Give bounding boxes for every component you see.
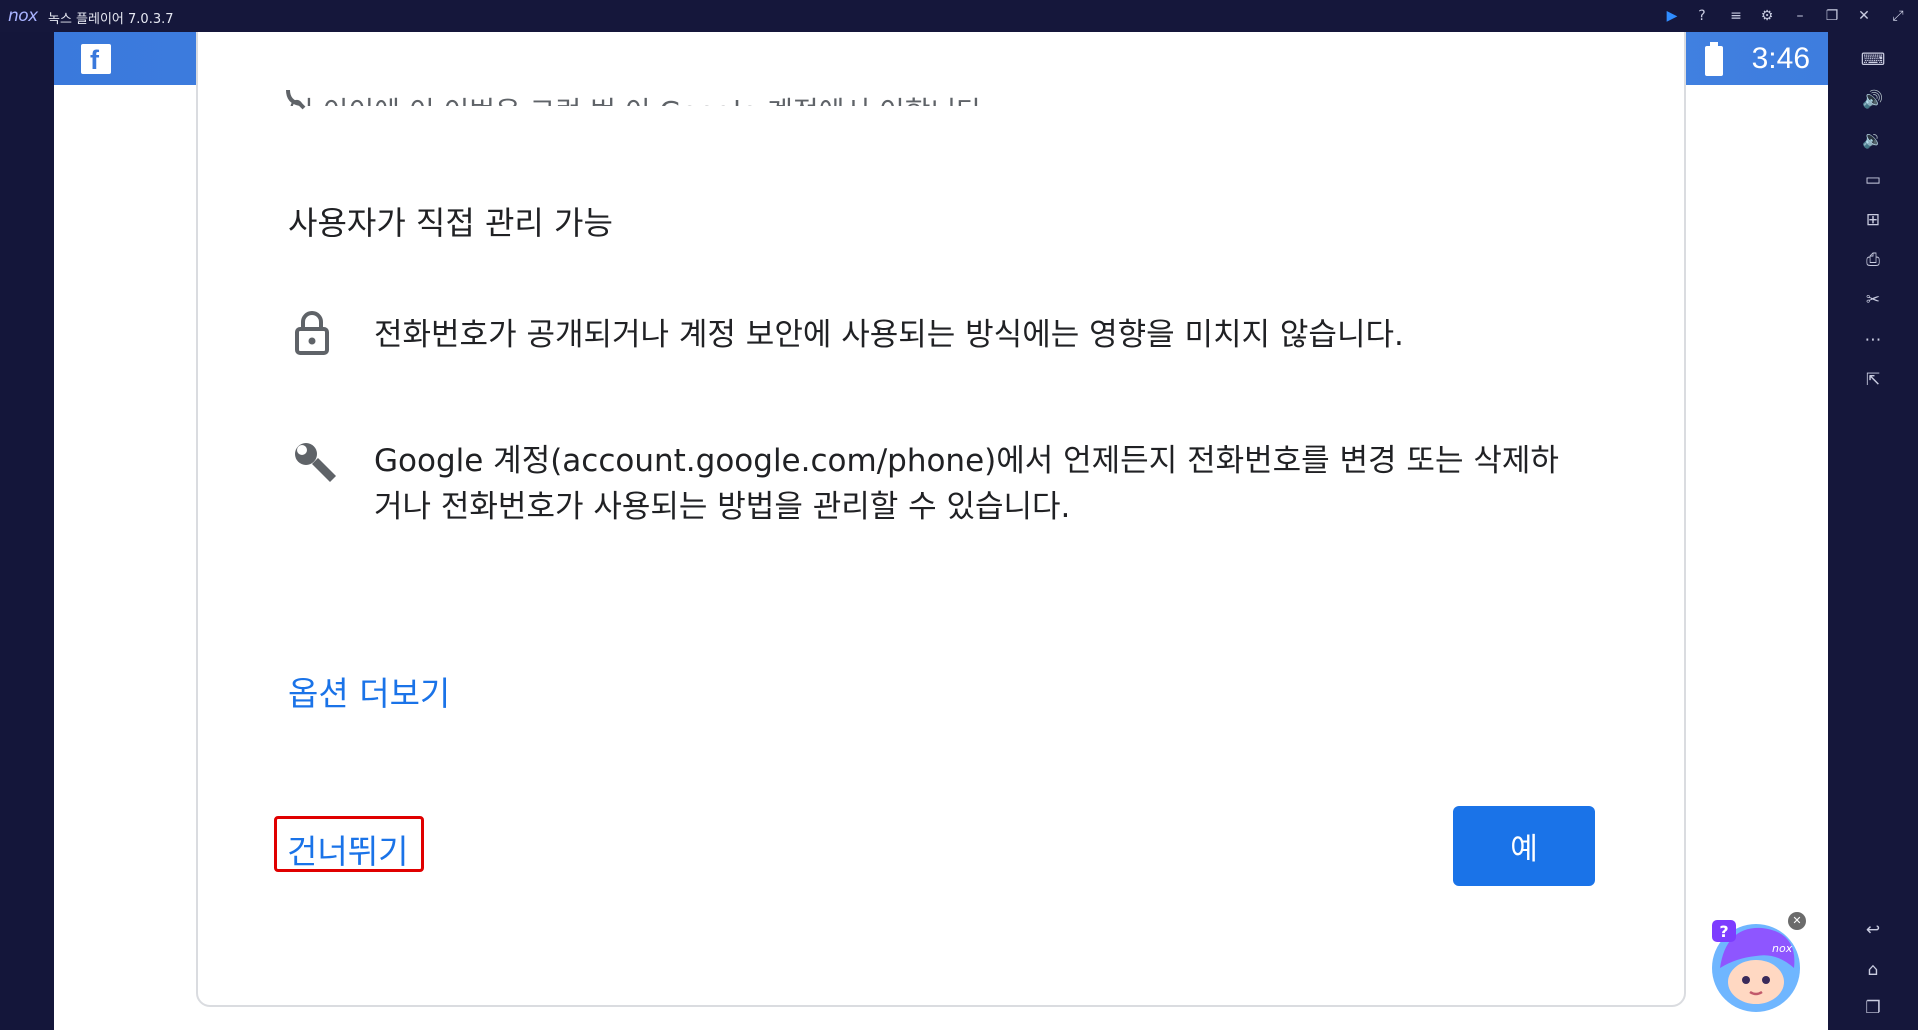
section-title: 사용자가 직접 관리 가능 xyxy=(288,204,613,242)
menu-icon[interactable]: ≡ xyxy=(1726,6,1746,26)
manage-text: Google 계정(account.google.com/phone)에서 언제… xyxy=(374,438,1574,530)
dialog-card: 이 이이에 이 이번은 그런 번 이 Google 계정에서 이합니다. 사용자… xyxy=(196,32,1686,1007)
expand-icon[interactable]: ⤢ xyxy=(1888,6,1908,26)
close-icon[interactable]: ✕ xyxy=(1854,6,1874,26)
yes-button[interactable]: 예 xyxy=(1453,806,1595,886)
help-icon[interactable]: ? xyxy=(1692,6,1712,26)
lock-icon xyxy=(295,311,329,355)
partial-text: 이 이이에 이 이번은 그런 번 이 Google 계정에서 이합니다. xyxy=(288,90,1288,106)
manage-text-line1: Google 계정(account.google.com/phone)에서 언제… xyxy=(374,443,1559,479)
settings-icon[interactable]: ⚙ xyxy=(1757,6,1777,26)
more-options-link[interactable]: 옵션 더보기 xyxy=(288,667,450,715)
keyboard-icon[interactable]: ⌨ xyxy=(1828,46,1918,74)
minimize-icon[interactable]: – xyxy=(1790,6,1810,26)
assistant-close-icon[interactable]: ✕ xyxy=(1788,912,1806,930)
privacy-text: 전화번호가 공개되거나 계정 보안에 사용되는 방식에는 영향을 미치지 않습니… xyxy=(374,317,1404,353)
nox-sidebar: ⌨ 🔊 🔉 ▭ ⊞ ⎙ ✂ ⋯ ⇱ ↩ ⌂ ❐ xyxy=(1828,32,1918,1030)
svg-text:?: ? xyxy=(1719,922,1728,941)
wrench-icon xyxy=(295,443,336,482)
more-icon[interactable]: ⋯ xyxy=(1828,326,1918,354)
manage-text-line2: 거나 전화번호가 사용되는 방법을 관리할 수 있습니다. xyxy=(374,489,1071,525)
scissors-icon[interactable]: ✂ xyxy=(1828,286,1918,314)
skip-button[interactable]: 건너뛰기 xyxy=(287,825,408,873)
volume-down-icon[interactable]: 🔉 xyxy=(1828,126,1918,154)
restore-icon[interactable]: ❐ xyxy=(1822,6,1842,26)
clock: 3:46 xyxy=(1751,42,1810,75)
facebook-icon: f xyxy=(81,44,111,75)
svg-text:nox: nox xyxy=(1772,942,1793,955)
back-icon[interactable]: ↩ xyxy=(1828,916,1918,944)
title-bar: nox 녹스 플레이어 7.0.3.7 ▶ ? ≡ ⚙ – ❐ ✕ ⤢ xyxy=(0,0,1918,32)
recents-icon[interactable]: ❐ xyxy=(1828,994,1918,1022)
screen-icon[interactable]: ▭ xyxy=(1828,166,1918,194)
android-screen: f 3:46 이 이이에 이 이번은 그런 번 이 Google 계정에서 이합… xyxy=(54,32,1828,1030)
nox-logo: nox xyxy=(8,6,38,26)
print-icon[interactable]: ⎙ xyxy=(1828,246,1918,274)
play-icon[interactable]: ▶ xyxy=(1662,6,1682,26)
battery-icon xyxy=(1705,42,1723,76)
skip-highlight: 건너뛰기 xyxy=(274,816,424,872)
window-title: 녹스 플레이어 7.0.3.7 xyxy=(48,12,174,27)
add-apk-icon[interactable]: ⊞ xyxy=(1828,206,1918,234)
volume-up-icon[interactable]: 🔊 xyxy=(1828,86,1918,114)
assistant-bubble[interactable]: ? nox ✕ xyxy=(1706,912,1810,1016)
external-icon[interactable]: ⇱ xyxy=(1828,366,1918,394)
home-icon[interactable]: ⌂ xyxy=(1828,956,1918,984)
